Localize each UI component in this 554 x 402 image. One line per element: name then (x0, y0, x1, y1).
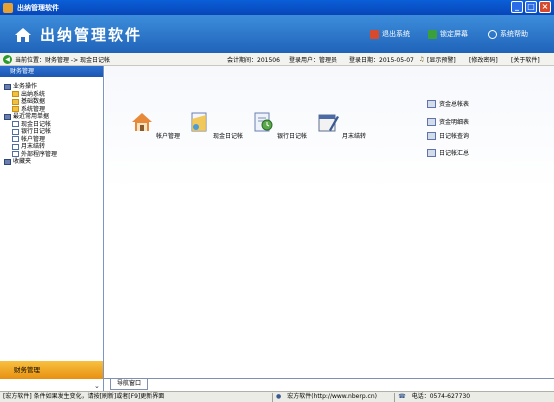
help-icon (488, 29, 497, 39)
lock-screen-button[interactable]: 锁定屏幕 (428, 29, 468, 39)
tree-item-label: 最近常用单据 (13, 113, 50, 120)
tree-item-system-management[interactable]: 系统管理 (4, 106, 103, 114)
minimize-button[interactable]: _ (511, 1, 523, 13)
tab-divider (104, 378, 554, 379)
month-end-button[interactable]: 月末结转 (311, 110, 371, 140)
document-icon (12, 143, 19, 150)
folder-icon (12, 91, 19, 98)
tree-item-label: 系统管理 (21, 105, 46, 113)
tree-item-label: 出纳系统 (21, 90, 46, 98)
account-management-button[interactable]: 帐户管理 (125, 110, 185, 140)
current-location: 当前位置：财务管理 -> 现金日记帐 (15, 56, 111, 64)
close-button[interactable]: × (539, 1, 551, 13)
report-icon (427, 148, 436, 157)
exit-icon (370, 29, 379, 39)
bank-journal-icon (254, 112, 273, 132)
document-icon (12, 136, 19, 143)
journal-query-link[interactable]: 日记帐查询 (427, 131, 469, 140)
tree-item-label: 基础数据 (21, 98, 46, 105)
system-help-label: 系统帮助 (500, 30, 528, 38)
fund-ledger-link[interactable]: 资金总帐表 (427, 99, 469, 108)
tree-item-label: 现金日记帐 (21, 120, 52, 128)
cash-journal-button[interactable]: 现金日记帐 (185, 110, 245, 140)
change-password-link[interactable]: [修改密码] (469, 55, 511, 64)
tree-item-bank-journal[interactable]: 银行日记帐 (4, 128, 103, 136)
document-icon (12, 121, 19, 128)
person-icon: ● (276, 393, 282, 400)
tree-item-base-data[interactable]: 基础数据 (4, 98, 103, 106)
navigation-tree: 业务操作 出纳系统 基础数据 系统管理 最近常用单据 现金日记帐 银行日记帐 帐… (0, 77, 103, 166)
month-end-icon (318, 114, 340, 132)
cash-journal-icon (191, 112, 207, 132)
chevron-down-icon[interactable]: ⌄ (94, 382, 100, 390)
login-date: 登录日期：2015-05-07 (349, 56, 414, 64)
report-icon (427, 99, 436, 108)
account-house-icon (132, 113, 153, 131)
journal-summary-link[interactable]: 日记帐汇总 (427, 148, 469, 157)
sidebar-section-finance[interactable]: 财务管理 (0, 361, 103, 379)
month-end-label: 月末结转 (341, 133, 366, 140)
tree-item-account-management[interactable]: 帐户管理 (4, 136, 103, 144)
tree-item-favorites[interactable]: 收藏夹 (4, 158, 103, 166)
bell-icon: ♫ (419, 55, 425, 63)
tree-item-label: 业务操作 (13, 83, 38, 90)
app-banner: 出纳管理软件 退出系统 锁定屏幕 系统帮助 (0, 15, 554, 53)
info-bar: ◀ 当前位置：财务管理 -> 现金日记帐 会计期间：201506 登录用户：管理… (0, 53, 554, 66)
journal-query-label: 日记帐查询 (439, 133, 470, 140)
home-icon (15, 28, 31, 42)
document-icon (12, 151, 19, 158)
tree-item-cash-journal[interactable]: 现金日记帐 (4, 121, 103, 129)
tree-item-month-end[interactable]: 月末结转 (4, 143, 103, 151)
main-panel: 帐户管理 现金日记帐 银行日记帐 月末结转 资金总帐表 资金明细表 日记帐查询 … (105, 66, 554, 379)
window-title: 出纳管理软件 (17, 3, 59, 12)
tree-item-label: 月末结转 (21, 143, 46, 150)
account-management-label: 帐户管理 (155, 133, 180, 140)
fund-detail-label: 资金明细表 (439, 119, 470, 126)
tree-item-external-programs[interactable]: 外部程序管理 (4, 151, 103, 159)
phone-icon: ☎ (398, 393, 406, 400)
book-icon (4, 158, 11, 165)
tree-item-cashier-system[interactable]: 出纳系统 (4, 91, 103, 99)
fund-detail-link[interactable]: 资金明细表 (427, 117, 469, 126)
status-bar: [宏方软件] 条件如果发生变化，请按[刷新]或者[F9]更新界面 ● 宏方软件(… (0, 391, 554, 402)
tree-item-label: 帐户管理 (21, 135, 46, 143)
fund-ledger-label: 资金总帐表 (439, 101, 470, 108)
lock-icon (428, 29, 437, 39)
tree-item-label: 银行日记帐 (21, 128, 52, 135)
folder-icon (12, 106, 19, 113)
tree-item-recent-documents[interactable]: 最近常用单据 (4, 113, 103, 121)
exit-system-button[interactable]: 退出系统 (370, 29, 410, 39)
document-icon (12, 128, 19, 135)
accounting-period: 会计期间：201506 (227, 56, 280, 64)
sidebar-header: 财务管理 (0, 66, 103, 77)
cash-journal-label: 现金日记帐 (212, 133, 243, 140)
report-icon (427, 117, 436, 126)
back-arrow-icon[interactable]: ◀ (3, 54, 12, 64)
status-message: [宏方软件] 条件如果发生变化，请按[刷新]或者[F9]更新界面 (3, 393, 165, 400)
about-software-link[interactable]: [关于软件] (511, 55, 551, 64)
journal-summary-label: 日记帐汇总 (439, 150, 470, 157)
app-icon (3, 2, 13, 13)
system-help-button[interactable]: 系统帮助 (488, 29, 528, 39)
login-user: 登录用户：管理员 (289, 56, 338, 64)
tree-item-label: 收藏夹 (13, 158, 32, 165)
company-phone: 电话：0574-627730 (411, 393, 471, 400)
report-icon (427, 131, 436, 140)
sidebar: 财务管理 业务操作 出纳系统 基础数据 系统管理 最近常用单据 现金日记帐 银行… (0, 66, 104, 392)
tree-item-label: 外部程序管理 (21, 150, 58, 158)
company-website[interactable]: 宏方软件(http://www.nberp.cn) (284, 392, 394, 402)
book-icon (4, 113, 11, 120)
show-alert-link[interactable]: [显示预警] (427, 55, 469, 64)
app-name: 出纳管理软件 (40, 26, 143, 44)
lock-screen-label: 锁定屏幕 (440, 30, 468, 38)
bank-journal-button[interactable]: 银行日记帐 (249, 110, 309, 140)
exit-system-label: 退出系统 (382, 30, 410, 38)
maximize-button[interactable]: □ (525, 1, 537, 13)
book-icon (4, 83, 11, 90)
tree-item-business[interactable]: 业务操作 (4, 83, 103, 91)
bank-journal-label: 银行日记帐 (276, 133, 307, 140)
tab-navigation-window[interactable]: 导航窗口 (110, 379, 148, 390)
window-title-bar: 出纳管理软件 _ □ × (0, 0, 554, 15)
folder-icon (12, 98, 19, 105)
